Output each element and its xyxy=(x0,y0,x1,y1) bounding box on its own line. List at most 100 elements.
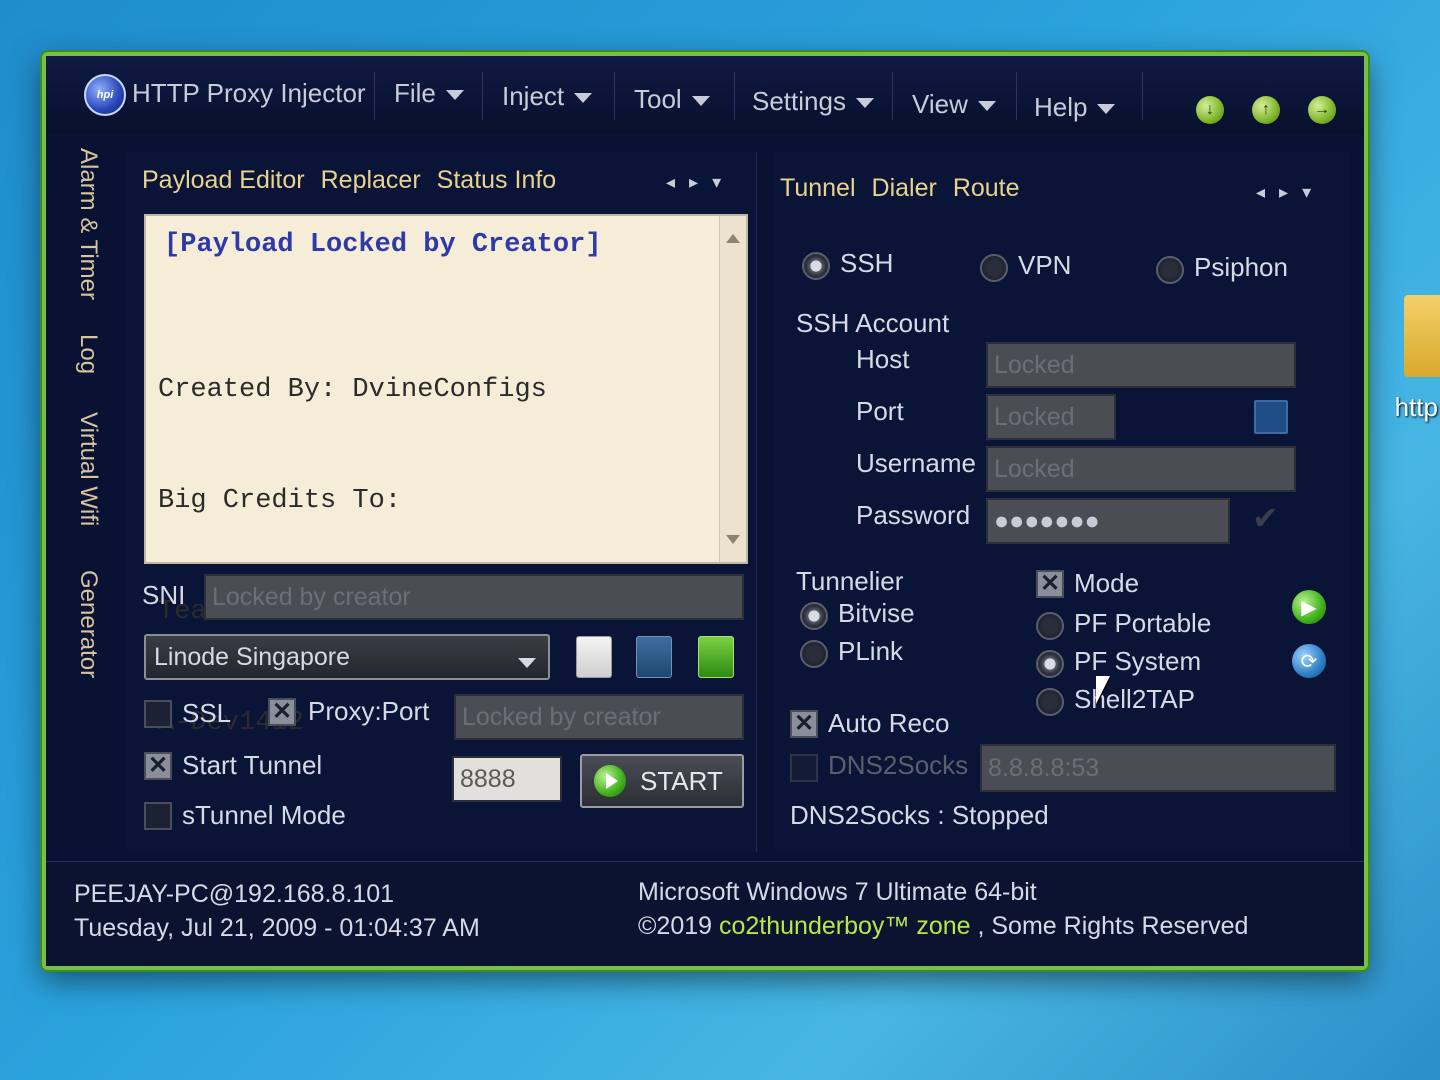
app-logo-icon: hpi xyxy=(84,74,126,116)
menu-separator xyxy=(614,72,615,120)
password-field[interactable]: ●●●●●●● xyxy=(986,498,1230,544)
ssl-label: SSL xyxy=(182,698,232,728)
refresh-icon[interactable]: ⟳ xyxy=(1292,644,1326,678)
radio-shell2tap[interactable] xyxy=(1036,688,1064,716)
radio-plink[interactable] xyxy=(800,640,828,668)
menu-separator xyxy=(734,72,735,120)
forward-icon[interactable]: → xyxy=(1308,96,1336,124)
host-field[interactable]: Locked xyxy=(986,342,1296,388)
date-time: Tuesday, Jul 21, 2009 - 01:04:37 AM xyxy=(74,914,480,942)
mode-label: Mode xyxy=(1074,568,1140,598)
sni-label: SNI xyxy=(142,580,186,610)
checkmark-icon[interactable]: ✔ xyxy=(1252,502,1280,534)
right-panel: Tunnel Dialer Route ◂▸▾ SSH VPN Psiphon SS… xyxy=(774,152,1350,852)
local-port-field[interactable]: 8888 xyxy=(452,756,562,802)
save-icon[interactable] xyxy=(636,636,672,678)
copyright: ©2019 co2thunderboy™ zone , Some Rights … xyxy=(638,912,1249,940)
chevron-down-icon xyxy=(855,98,874,109)
menu-settings[interactable]: Settings xyxy=(752,86,874,117)
radio-vpn[interactable] xyxy=(980,254,1008,282)
dns-status-text: DNS2Socks : Stopped xyxy=(790,800,1049,830)
tab-route[interactable]: Route xyxy=(953,174,1020,202)
username-label: Username xyxy=(856,448,976,478)
chevron-down-icon xyxy=(445,90,464,101)
tab-payload-editor[interactable]: Payload Editor xyxy=(142,166,305,194)
stunnel-mode-label: sTunnel Mode xyxy=(182,800,346,830)
scroll-down-icon[interactable] xyxy=(726,535,740,544)
chevron-down-icon xyxy=(574,93,593,104)
tab-tunnel[interactable]: Tunnel xyxy=(780,174,856,202)
payload-scrollbar[interactable] xyxy=(719,216,746,562)
status-bar: PEEJAY-PC@192.168.8.101 Tuesday, Jul 21,… xyxy=(46,861,1364,966)
right-tab-bar: Tunnel Dialer Route xyxy=(780,174,1036,203)
menu-inject[interactable]: Inject xyxy=(502,81,593,112)
radio-vpn-label: VPN xyxy=(1018,250,1072,280)
start-button[interactable]: START xyxy=(580,754,744,808)
chevron-down-icon xyxy=(518,658,536,668)
save-icon[interactable] xyxy=(1254,400,1288,434)
right-tab-scroll-controls[interactable]: ◂▸▾ xyxy=(1256,182,1325,203)
host-address: PEEJAY-PC@192.168.8.101 xyxy=(74,880,395,908)
sni-field[interactable]: Locked by creator xyxy=(204,574,744,620)
dns2socks-checkbox[interactable] xyxy=(790,754,818,782)
radio-plink-label: PLink xyxy=(838,636,904,666)
stunnel-mode-checkbox[interactable] xyxy=(144,802,172,830)
app-window: hpi HTTP Proxy Injector File Inject Tool… xyxy=(42,52,1368,970)
proxy-port-checkbox[interactable]: ✕ xyxy=(268,698,296,726)
mouse-cursor-icon xyxy=(1096,676,1110,704)
menu-file[interactable]: File xyxy=(394,78,464,109)
app-title: HTTP Proxy Injector xyxy=(132,78,366,108)
radio-psiphon[interactable] xyxy=(1156,256,1184,284)
play-icon[interactable]: ▶ xyxy=(1292,590,1326,624)
ssh-account-title: SSH Account xyxy=(796,308,950,338)
radio-ssh[interactable] xyxy=(802,252,830,280)
server-select[interactable]: Linode Singapore xyxy=(144,634,550,680)
start-tunnel-label: Start Tunnel xyxy=(182,750,323,780)
menu-help[interactable]: Help xyxy=(1034,92,1116,123)
recycle-bin-icon[interactable] xyxy=(698,636,734,678)
host-label: Host xyxy=(856,344,910,374)
play-icon xyxy=(594,765,626,797)
side-tab-alarm-timer[interactable]: Alarm & Timer xyxy=(74,148,102,300)
username-field[interactable]: Locked xyxy=(986,446,1296,492)
menu-tool[interactable]: Tool xyxy=(634,84,710,115)
port-label: Port xyxy=(856,396,904,426)
payload-line: Big Credits To: xyxy=(158,486,402,516)
scroll-up-icon[interactable] xyxy=(726,234,740,243)
payload-locked-text: [Payload Locked by Creator] xyxy=(164,230,602,260)
chevron-down-icon xyxy=(1097,104,1116,115)
port-field[interactable]: Locked xyxy=(986,394,1116,440)
dns2socks-field[interactable]: 8.8.8.8:53 xyxy=(980,744,1336,792)
side-tab-virtual-wifi[interactable]: Virtual Wifi xyxy=(74,412,102,526)
dns2socks-label: DNS2Socks xyxy=(828,750,969,780)
tab-dialer[interactable]: Dialer xyxy=(872,174,937,202)
auto-reco-label: Auto Reco xyxy=(828,708,950,738)
side-tab-generator[interactable]: Generator xyxy=(74,570,102,678)
menu-separator xyxy=(482,72,483,120)
side-tab-log[interactable]: Log xyxy=(74,334,102,374)
auto-reco-checkbox[interactable]: ✕ xyxy=(790,710,818,738)
password-label: Password xyxy=(856,500,971,530)
upload-icon[interactable]: ↑ xyxy=(1252,96,1280,124)
proxy-port-label: Proxy:Port xyxy=(308,696,430,726)
payload-editor[interactable]: [Payload Locked by Creator] Created By: … xyxy=(144,214,748,738)
start-tunnel-checkbox[interactable]: ✕ xyxy=(144,752,172,780)
radio-pf-system[interactable] xyxy=(1036,650,1064,678)
desktop-icon-label: http xyxy=(1394,392,1438,422)
left-tab-scroll-controls[interactable]: ◂▸▾ xyxy=(666,172,735,193)
download-icon[interactable]: ↓ xyxy=(1196,96,1224,124)
proxy-port-field[interactable]: Locked by creator xyxy=(454,694,744,740)
menu-view[interactable]: View xyxy=(912,89,996,120)
mode-checkbox[interactable]: ✕ xyxy=(1036,570,1064,598)
tab-replacer[interactable]: Replacer xyxy=(321,166,421,194)
new-file-icon[interactable] xyxy=(576,636,612,678)
tab-status-info[interactable]: Status Info xyxy=(437,166,557,194)
radio-pf-portable[interactable] xyxy=(1036,612,1064,640)
menu-separator xyxy=(1016,72,1017,120)
ssl-checkbox[interactable] xyxy=(144,700,172,728)
chevron-down-icon xyxy=(977,101,996,112)
tunnelier-title: Tunnelier xyxy=(796,566,904,596)
radio-psiphon-label: Psiphon xyxy=(1194,252,1288,282)
chevron-down-icon xyxy=(691,96,710,107)
radio-bitvise[interactable] xyxy=(800,602,828,630)
